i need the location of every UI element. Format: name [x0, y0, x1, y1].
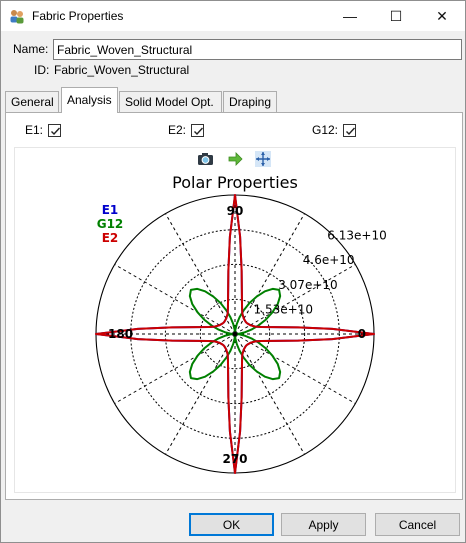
analysis-panel: E1: E2: G12: 1.53e+10 3.07e+10 4.6e+10 6… — [5, 112, 463, 500]
e1-checkbox[interactable] — [48, 123, 62, 137]
radial-tick-label: 3.07e+10 — [278, 278, 337, 292]
camera-icon[interactable] — [198, 153, 213, 165]
legend-g12: G12 — [97, 217, 124, 231]
fabric-properties-dialog: Fabric Properties — ☐ ✕ Name: ID: Fabric… — [0, 0, 466, 543]
apply-button[interactable]: Apply — [281, 513, 366, 536]
tab-general[interactable]: General — [5, 91, 59, 113]
minimize-button[interactable]: — — [327, 1, 373, 31]
name-input[interactable] — [53, 39, 462, 60]
minimize-icon: — — [343, 8, 357, 24]
g12-checkbox-group[interactable]: G12: — [312, 123, 357, 137]
checkmark-icon — [346, 127, 356, 135]
name-row: Name: — [1, 39, 465, 61]
ok-button[interactable]: OK — [189, 513, 274, 536]
g12-checkbox[interactable] — [343, 123, 357, 137]
center-dot — [232, 331, 238, 337]
e1-checkbox-label: E1: — [25, 123, 44, 137]
close-button[interactable]: ✕ — [419, 1, 465, 31]
radial-tick-label: 4.6e+10 — [303, 253, 355, 267]
close-icon: ✕ — [436, 7, 448, 24]
tab-draping[interactable]: Draping — [223, 91, 277, 113]
radial-tick-label: 1.53e+10 — [254, 302, 313, 316]
maximize-icon: ☐ — [389, 7, 403, 24]
legend-e2: E2 — [102, 231, 119, 245]
g12-checkbox-label: G12: — [312, 123, 339, 137]
users-icon — [10, 10, 24, 24]
e2-checkbox[interactable] — [191, 123, 205, 137]
angle-label: 270 — [222, 452, 247, 466]
polar-chart: 1.53e+10 3.07e+10 4.6e+10 6.13e+10 0 90 180 270… — [95, 151, 387, 474]
polar-plot-area: 1.53e+10 3.07e+10 4.6e+10 6.13e+10 0 90 180 270… — [14, 147, 456, 493]
window-title: Fabric Properties — [32, 9, 124, 23]
tab-solid-model-opt[interactable]: Solid Model Opt. — [119, 91, 222, 113]
angle-label: 90 — [227, 204, 244, 218]
legend-e1: E1 — [102, 203, 119, 217]
e1-checkbox-group[interactable]: E1: — [25, 123, 62, 137]
title-bar: Fabric Properties — ☐ ✕ — [1, 1, 465, 31]
arrow-right-icon[interactable] — [228, 152, 243, 166]
cancel-button[interactable]: Cancel — [375, 513, 460, 536]
angle-label: 180 — [108, 327, 133, 341]
id-value: Fabric_Woven_Structural — [54, 63, 190, 77]
fit-view-icon[interactable] — [255, 151, 271, 167]
e2-checkbox-group[interactable]: E2: — [168, 123, 205, 137]
checkmark-icon — [194, 127, 204, 135]
angle-label: 0 — [358, 327, 366, 341]
id-label: ID: — [34, 63, 50, 77]
chart-title: Polar Properties — [172, 173, 298, 192]
checkmark-icon — [51, 127, 61, 135]
e2-checkbox-label: E2: — [168, 123, 187, 137]
tab-analysis[interactable]: Analysis — [61, 87, 118, 113]
radial-tick-label: 6.13e+10 — [327, 229, 386, 243]
maximize-button[interactable]: ☐ — [373, 1, 419, 31]
name-label: Name: — [13, 42, 49, 56]
